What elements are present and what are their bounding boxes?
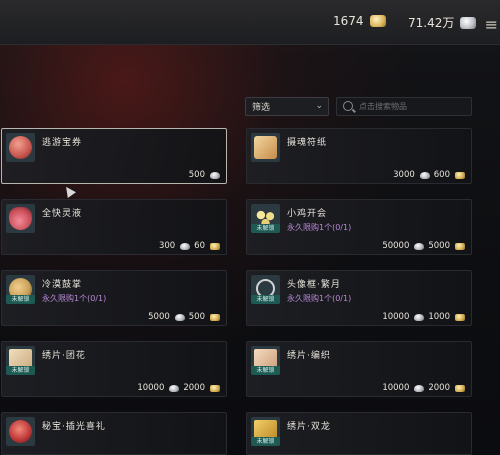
price-gold-value: 2000 [183, 383, 205, 393]
price-silver-value: 500 [188, 170, 205, 180]
price-silver-value: 50000 [382, 241, 410, 251]
item-prices: 10000 2000 [137, 383, 220, 393]
locked-tag: 未解锁 [6, 295, 35, 304]
item-name: 逃游宝券 [42, 138, 83, 148]
gold-icon [455, 171, 465, 179]
item-icon: 未解锁 [251, 204, 280, 233]
item-name: 秘宝·插光喜礼 [42, 422, 106, 432]
silver-icon [414, 384, 425, 392]
filter-label: 筛选 [252, 103, 271, 113]
price-gold-value: 1000 [428, 312, 450, 322]
locked-tag: 未解锁 [6, 366, 35, 375]
search-placeholder: 点击搜索物品 [359, 102, 407, 111]
silver-amount: 71.42万 [408, 16, 455, 30]
shop-item-card[interactable]: 未解锁 冷漠鼓掌 永久限购1个(0/1) 5000 500 [1, 270, 227, 326]
gold-amount: 1674 [333, 14, 364, 28]
item-icon [6, 417, 35, 446]
item-icon [6, 133, 35, 162]
gold-icon [210, 313, 220, 321]
shop-item-card[interactable]: 全快灵液 300 60 [1, 199, 227, 255]
price-silver-value: 10000 [137, 383, 165, 393]
shop-item-card[interactable]: 摄魂符纸 3000 600 [246, 128, 472, 184]
item-name: 绣片·编织 [287, 351, 331, 361]
chevron-down-icon: ⌄ [315, 101, 323, 111]
search-input[interactable]: 点击搜索物品 [336, 97, 472, 116]
shop-item-card[interactable]: 逃游宝券 500 [1, 128, 227, 184]
filter-dropdown[interactable]: 筛选 ⌄ [245, 97, 329, 116]
price-silver-value: 3000 [393, 170, 415, 180]
item-name: 绣片·团花 [42, 351, 86, 361]
item-prices: 5000 500 [148, 312, 220, 322]
silver-icon [180, 242, 191, 250]
price-silver-value: 300 [158, 241, 176, 251]
shop-item-card[interactable]: 未解锁 绣片·双龙 [246, 412, 472, 455]
price-gold-value: 5000 [428, 241, 450, 251]
silver-icon [414, 313, 425, 321]
mouse-cursor-icon [62, 184, 76, 198]
silver-icon [169, 384, 180, 392]
shop-item-card[interactable]: 未解锁 绣片·编织 10000 2000 [246, 341, 472, 397]
purchase-limit: 永久限购1个(0/1) [287, 294, 352, 303]
gold-icon [210, 384, 220, 392]
locked-tag: 未解锁 [251, 366, 280, 375]
silver-icon [174, 313, 185, 321]
price-gold-value: 500 [188, 312, 205, 322]
item-name: 冷漠鼓掌 [42, 280, 83, 290]
price-silver-value: 10000 [382, 312, 410, 322]
shop-item-card[interactable]: 未解锁 头像框·繁月 永久限购1个(0/1) 10000 1000 [246, 270, 472, 326]
item-icon [251, 133, 280, 162]
item-name: 摄魂符纸 [287, 138, 328, 148]
item-name: 绣片·双龙 [287, 422, 331, 432]
item-prices: 10000 1000 [382, 312, 465, 322]
item-icon: 未解锁 [251, 275, 280, 304]
silver-icon [419, 171, 430, 179]
item-name: 小鸡开会 [287, 209, 328, 219]
gold-icon [210, 242, 220, 250]
shop-item-card[interactable]: 秘宝·插光喜礼 [1, 412, 227, 455]
item-name: 全快灵液 [42, 209, 83, 219]
item-prices: 300 60 [159, 241, 220, 251]
item-icon: 未解锁 [6, 346, 35, 375]
price-gold-value: 60 [194, 241, 205, 251]
item-prices: 10000 2000 [382, 383, 465, 393]
gold-balance: 1674 [333, 14, 386, 28]
item-icon: 未解锁 [6, 275, 35, 304]
price-silver-value: 5000 [148, 312, 170, 322]
gold-icon [455, 242, 465, 250]
item-prices: 3000 600 [393, 170, 465, 180]
item-icon: 未解锁 [251, 417, 280, 446]
item-icon [6, 204, 35, 233]
locked-tag: 未解锁 [251, 437, 280, 446]
price-silver-value: 10000 [382, 383, 410, 393]
silver-icon [210, 171, 220, 179]
item-prices: 500 [189, 170, 220, 180]
price-gold-value: 2000 [428, 383, 450, 393]
purchase-limit: 永久限购1个(0/1) [42, 294, 107, 303]
silver-balance: 71.42万 [408, 14, 477, 31]
price-gold-value: 600 [433, 170, 450, 180]
item-prices: 50000 5000 [382, 241, 465, 251]
shop-item-card[interactable]: 未解锁 小鸡开会 永久限购1个(0/1) 50000 5000 [246, 199, 472, 255]
item-icon: 未解锁 [251, 346, 280, 375]
gold-ingot-icon [369, 15, 386, 27]
locked-tag: 未解锁 [251, 295, 280, 304]
silver-icon [414, 242, 425, 250]
top-currency-bar: 1674 71.42万 ≡ [0, 0, 500, 45]
search-icon [343, 101, 353, 111]
silver-ingot-icon [460, 16, 477, 29]
item-name: 头像框·繁月 [287, 280, 341, 290]
menu-icon[interactable]: ≡ [485, 15, 498, 34]
purchase-limit: 永久限购1个(0/1) [287, 223, 352, 232]
locked-tag: 未解锁 [251, 224, 280, 233]
gold-icon [455, 313, 465, 321]
shop-item-card[interactable]: 未解锁 绣片·团花 10000 2000 [1, 341, 227, 397]
gold-icon [455, 384, 465, 392]
